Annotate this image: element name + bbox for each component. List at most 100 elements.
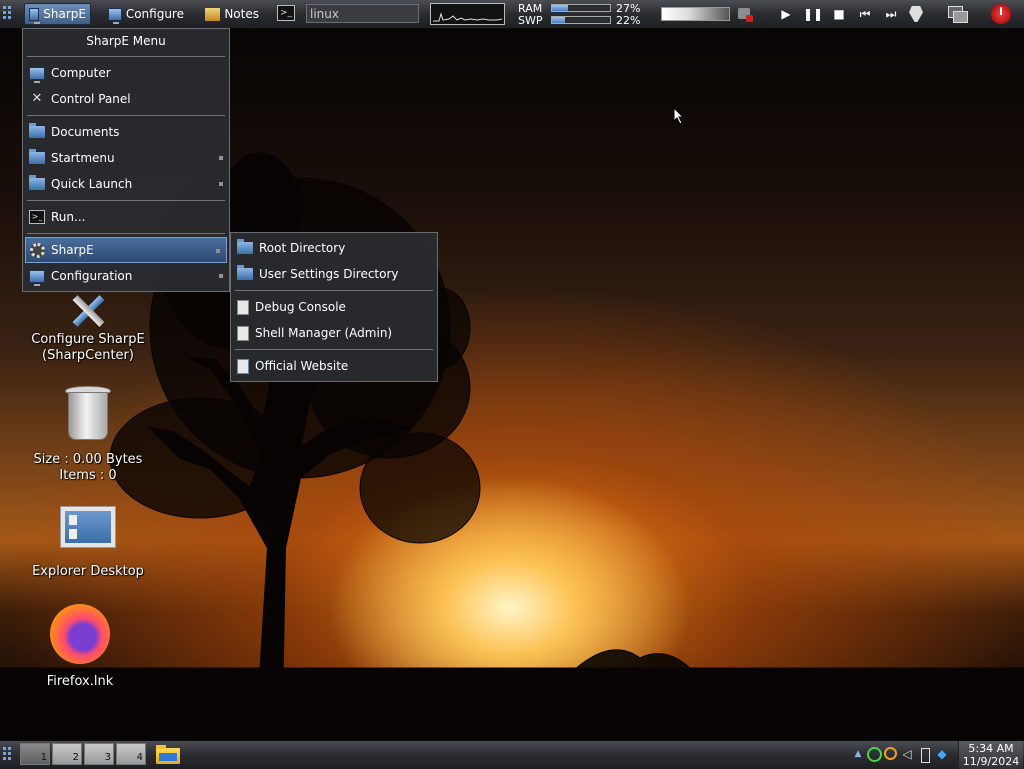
submenu-arrow-icon (219, 156, 223, 160)
recycle-bin-icon (65, 386, 111, 440)
workspace-4[interactable]: 4 (116, 743, 146, 765)
desktop-icon-configure-sharpe[interactable]: Configure SharpE (SharpCenter) (22, 292, 154, 364)
sharpe-menu-label: SharpE (43, 7, 86, 21)
tray-expand-icon[interactable]: ▲ (851, 746, 865, 762)
menu-item-control-panel[interactable]: ✕ Control Panel (23, 86, 229, 112)
recycle-bin-items: Items : 0 (59, 468, 117, 483)
desktop-icon-explorer-desktop[interactable]: Explorer Desktop (22, 506, 154, 580)
bottom-taskbar: 1 2 3 4 ▲ ◁ ◆ 5:34 AM 11/9/2024 (0, 740, 1024, 769)
workspace-1[interactable]: 1 (20, 743, 50, 765)
folder-icon (29, 123, 45, 138)
workspace-2[interactable]: 2 (52, 743, 82, 765)
top-taskbar: SharpE Configure Notes >_ linux RAM SWP … (0, 0, 1024, 29)
swp-bar (551, 16, 611, 24)
configure-button[interactable]: Configure (104, 3, 188, 25)
folder-icon (29, 149, 45, 164)
swp-label: SWP (518, 14, 543, 27)
windows-icon[interactable] (948, 6, 968, 23)
submenu-item-label: Root Directory (259, 241, 346, 255)
bar-grip-icon[interactable] (3, 747, 13, 761)
menu-title: SharpE Menu (86, 34, 166, 48)
web-document-icon (237, 358, 249, 374)
submenu-item-label: User Settings Directory (259, 267, 399, 281)
network-icon[interactable] (867, 746, 882, 762)
submenu-item-shell-manager[interactable]: Shell Manager (Admin) (231, 320, 437, 346)
desktop-icon-label: Firefox.lnk (46, 674, 114, 689)
desktop-icon-recycle-bin[interactable]: Size : 0.00 Bytes Items : 0 (22, 386, 154, 484)
terminal-icon: >_ (29, 210, 45, 224)
swp-bar-fill (552, 17, 565, 23)
menu-item-label: Startmenu (51, 151, 115, 165)
file-explorer-taskbar-icon[interactable] (156, 745, 180, 764)
clock[interactable]: 5:34 AM 11/9/2024 (958, 741, 1023, 769)
menu-item-run[interactable]: >_ Run... (23, 204, 229, 230)
swp-percent: 22% (616, 14, 641, 27)
notes-label: Notes (224, 7, 259, 21)
ram-bar (551, 4, 611, 12)
recycle-bin-size: Size : 0.00 Bytes (33, 452, 143, 467)
computer-icon (29, 66, 45, 83)
computer-icon (29, 269, 45, 286)
submenu-arrow-icon (216, 249, 220, 253)
menu-item-quick-launch[interactable]: Quick Launch (23, 171, 229, 197)
menu-item-label: Configuration (51, 269, 133, 283)
bluetooth-icon[interactable]: ◆ (935, 746, 949, 762)
media-player-icon[interactable] (907, 6, 925, 22)
menu-item-computer[interactable]: Computer (23, 60, 229, 86)
volume-slider[interactable] (661, 7, 730, 21)
desktop-icon-label: (SharpCenter) (42, 348, 134, 363)
computer-icon (29, 7, 41, 24)
pause-icon[interactable]: ❚❚ (803, 7, 823, 21)
usb-device-icon[interactable] (918, 746, 932, 763)
submenu-item-user-settings-directory[interactable]: User Settings Directory (231, 261, 437, 287)
tools-icon: ✕ (31, 91, 43, 106)
submenu-item-label: Official Website (255, 359, 349, 373)
submenu-item-official-website[interactable]: Official Website (231, 353, 437, 379)
menu-item-label: Run... (51, 210, 86, 224)
mouse-cursor-icon (673, 107, 685, 125)
menu-separator (27, 233, 225, 234)
search-icon[interactable] (884, 746, 898, 762)
configure-label: Configure (125, 7, 184, 21)
workspace-3[interactable]: 3 (84, 743, 114, 765)
sharpe-submenu: Root Directory User Settings Directory D… (230, 232, 438, 382)
menu-item-sharpe[interactable]: SharpE (25, 237, 227, 263)
submenu-item-label: Debug Console (255, 300, 346, 314)
stop-icon[interactable]: ■ (832, 7, 846, 21)
gear-icon (30, 242, 45, 258)
run-command-input[interactable]: linux (306, 4, 419, 23)
next-track-icon[interactable]: ⏭ (882, 7, 900, 21)
submenu-arrow-icon (219, 182, 223, 186)
submenu-item-debug-console[interactable]: Debug Console (231, 294, 437, 320)
desktop-icon-firefox[interactable]: Firefox.lnk (14, 604, 146, 690)
tools-icon (63, 292, 113, 327)
notes-icon (205, 7, 221, 21)
play-icon[interactable]: ▶ (779, 7, 793, 21)
menu-separator (27, 115, 225, 116)
submenu-item-root-directory[interactable]: Root Directory (231, 235, 437, 261)
menu-item-documents[interactable]: Documents (23, 119, 229, 145)
notes-button[interactable]: Notes (201, 3, 263, 25)
ram-bar-fill (552, 5, 568, 11)
document-icon (237, 299, 249, 315)
volume-muted-icon[interactable]: ◁ (900, 746, 914, 762)
menu-item-startmenu[interactable]: Startmenu (23, 145, 229, 171)
menu-item-configuration[interactable]: Configuration (23, 263, 229, 289)
folder-icon (237, 239, 253, 254)
explorer-desktop-icon (60, 506, 116, 548)
menu-item-label: Documents (51, 125, 120, 139)
computer-icon (108, 7, 122, 24)
menu-separator (235, 349, 433, 350)
menu-item-label: Quick Launch (51, 177, 133, 191)
speaker-muted-icon[interactable] (738, 6, 754, 22)
sharpe-menu: SharpE Menu Computer ✕ Control Panel Doc… (22, 28, 230, 292)
bar-grip-icon[interactable] (3, 6, 13, 20)
power-icon[interactable] (991, 4, 1011, 24)
sharpe-menu-button[interactable]: SharpE (24, 3, 91, 25)
terminal-icon[interactable]: >_ (277, 5, 295, 21)
menu-item-label: Computer (51, 66, 111, 80)
menu-separator (235, 290, 433, 291)
folder-icon (29, 175, 45, 190)
menu-item-label: Control Panel (51, 92, 131, 106)
previous-track-icon[interactable]: ⏮ (856, 7, 874, 21)
